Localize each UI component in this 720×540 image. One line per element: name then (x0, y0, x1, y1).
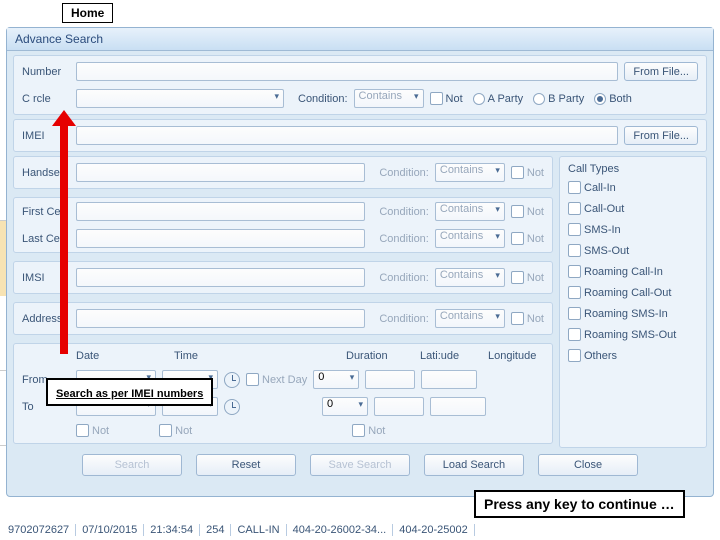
circle-label: C rcle (22, 93, 70, 105)
first-cell-input[interactable] (76, 202, 365, 221)
number-input[interactable] (76, 62, 618, 81)
calltype-others[interactable]: Others (568, 349, 698, 362)
first-cell-cond-label: Condition: (379, 206, 429, 218)
date-col-label: Date (76, 350, 156, 362)
number-group: Number From File... C rcle Condition: Co… (13, 55, 707, 115)
calltype-roam-call-out[interactable]: Roaming Call-Out (568, 286, 698, 299)
address-row: Address Condition: Contains Not (13, 302, 553, 335)
handset-row: Handset Condition: Contains Not (13, 156, 553, 189)
to-duration[interactable]: 0 (322, 397, 368, 416)
duration-col-label: Duration (346, 350, 402, 362)
time-col-label: Time (174, 350, 254, 362)
search-imei-callout: Search as per IMEI numbers (46, 378, 213, 406)
address-input[interactable] (76, 309, 365, 328)
lat-col-label: Lati:ude (420, 350, 470, 362)
cell-group: First Cell Condition: Contains Not Last … (13, 197, 553, 253)
number-from-file-button[interactable]: From File... (624, 62, 698, 81)
close-button[interactable]: Close (538, 454, 638, 476)
last-cell-not-checkbox[interactable]: Not (511, 232, 544, 245)
handset-input[interactable] (76, 163, 365, 182)
circle-condition-label: Condition: (298, 93, 348, 105)
next-day-checkbox[interactable]: Next Day (246, 373, 307, 386)
status-bar: 9702072627 07/10/2015 21:34:54 254 CALL-… (8, 524, 712, 536)
circle-condition-dropdown[interactable]: Contains (354, 89, 424, 108)
calltype-roam-sms-out[interactable]: Roaming SMS-Out (568, 328, 698, 341)
clock-icon (224, 372, 240, 388)
b-party-radio[interactable]: B Party (533, 93, 584, 105)
calltype-call-in[interactable]: Call-In (568, 181, 698, 194)
search-button[interactable]: Search (82, 454, 182, 476)
address-not-checkbox[interactable]: Not (511, 312, 544, 325)
imsi-not-checkbox[interactable]: Not (511, 271, 544, 284)
save-search-button[interactable]: Save Search (310, 454, 410, 476)
imsi-input[interactable] (76, 268, 365, 287)
handset-cond-label: Condition: (379, 167, 429, 179)
imsi-cond-dropdown[interactable]: Contains (435, 268, 505, 287)
lon-col-label: Longitude (488, 350, 544, 362)
circle-dropdown[interactable] (76, 89, 284, 108)
side-strip (0, 146, 6, 446)
address-cond-dropdown[interactable]: Contains (435, 309, 505, 328)
imsi-cond-label: Condition: (379, 272, 429, 284)
footer-cell: 9702072627 (8, 524, 76, 536)
calltype-roam-sms-in[interactable]: Roaming SMS-In (568, 307, 698, 320)
from-lat[interactable] (365, 370, 415, 389)
both-radio[interactable]: Both (594, 93, 632, 105)
reset-button[interactable]: Reset (196, 454, 296, 476)
calltype-call-out[interactable]: Call-Out (568, 202, 698, 215)
to-lat[interactable] (374, 397, 424, 416)
calltype-sms-in[interactable]: SMS-In (568, 223, 698, 236)
first-cell-cond-dropdown[interactable]: Contains (435, 202, 505, 221)
red-arrow-annotation (60, 126, 68, 354)
panel-body: Number From File... C rcle Condition: Co… (7, 51, 713, 495)
panel-title: Advance Search (7, 28, 713, 51)
footer-cell: 07/10/2015 (82, 524, 144, 536)
date-not-checkbox[interactable]: Not (76, 424, 109, 437)
last-cell-cond-label: Condition: (379, 233, 429, 245)
calltype-roam-call-in[interactable]: Roaming Call-In (568, 265, 698, 278)
last-cell-cond-dropdown[interactable]: Contains (435, 229, 505, 248)
button-row: Search Reset Save Search Load Search Clo… (13, 454, 707, 476)
imei-group: IMEI From File... (13, 119, 707, 152)
address-cond-label: Condition: (379, 313, 429, 325)
load-search-button[interactable]: Load Search (424, 454, 524, 476)
handset-not-checkbox[interactable]: Not (511, 166, 544, 179)
duration-not-checkbox[interactable]: Not (352, 424, 385, 437)
time-not-checkbox[interactable]: Not (159, 424, 192, 437)
from-lon[interactable] (421, 370, 477, 389)
footer-cell: CALL-IN (237, 524, 286, 536)
last-cell-input[interactable] (76, 229, 365, 248)
first-cell-not-checkbox[interactable]: Not (511, 205, 544, 218)
a-party-radio[interactable]: A Party (473, 93, 523, 105)
home-tab[interactable]: Home (62, 3, 113, 23)
footer-cell: 404-20-25002 (399, 524, 475, 536)
call-types-label: Call Types (568, 163, 698, 175)
imei-input[interactable] (76, 126, 618, 145)
handset-cond-dropdown[interactable]: Contains (435, 163, 505, 182)
press-key-callout: Press any key to continue … (474, 490, 685, 518)
imei-from-file-button[interactable]: From File... (624, 126, 698, 145)
clock-icon-2 (224, 399, 240, 415)
from-duration[interactable]: 0 (313, 370, 359, 389)
footer-cell: 404-20-26002-34... (293, 524, 394, 536)
to-lon[interactable] (430, 397, 486, 416)
call-types-panel: Call Types Call-In Call-Out SMS-In SMS-O… (559, 156, 707, 448)
number-label: Number (22, 66, 70, 78)
calltype-sms-out[interactable]: SMS-Out (568, 244, 698, 257)
footer-cell: 21:34:54 (150, 524, 200, 536)
advance-search-panel: Advance Search Number From File... C rcl… (6, 27, 714, 497)
footer-cell: 254 (206, 524, 231, 536)
imsi-row: IMSI Condition: Contains Not (13, 261, 553, 294)
circle-not-checkbox[interactable]: Not (430, 92, 463, 105)
